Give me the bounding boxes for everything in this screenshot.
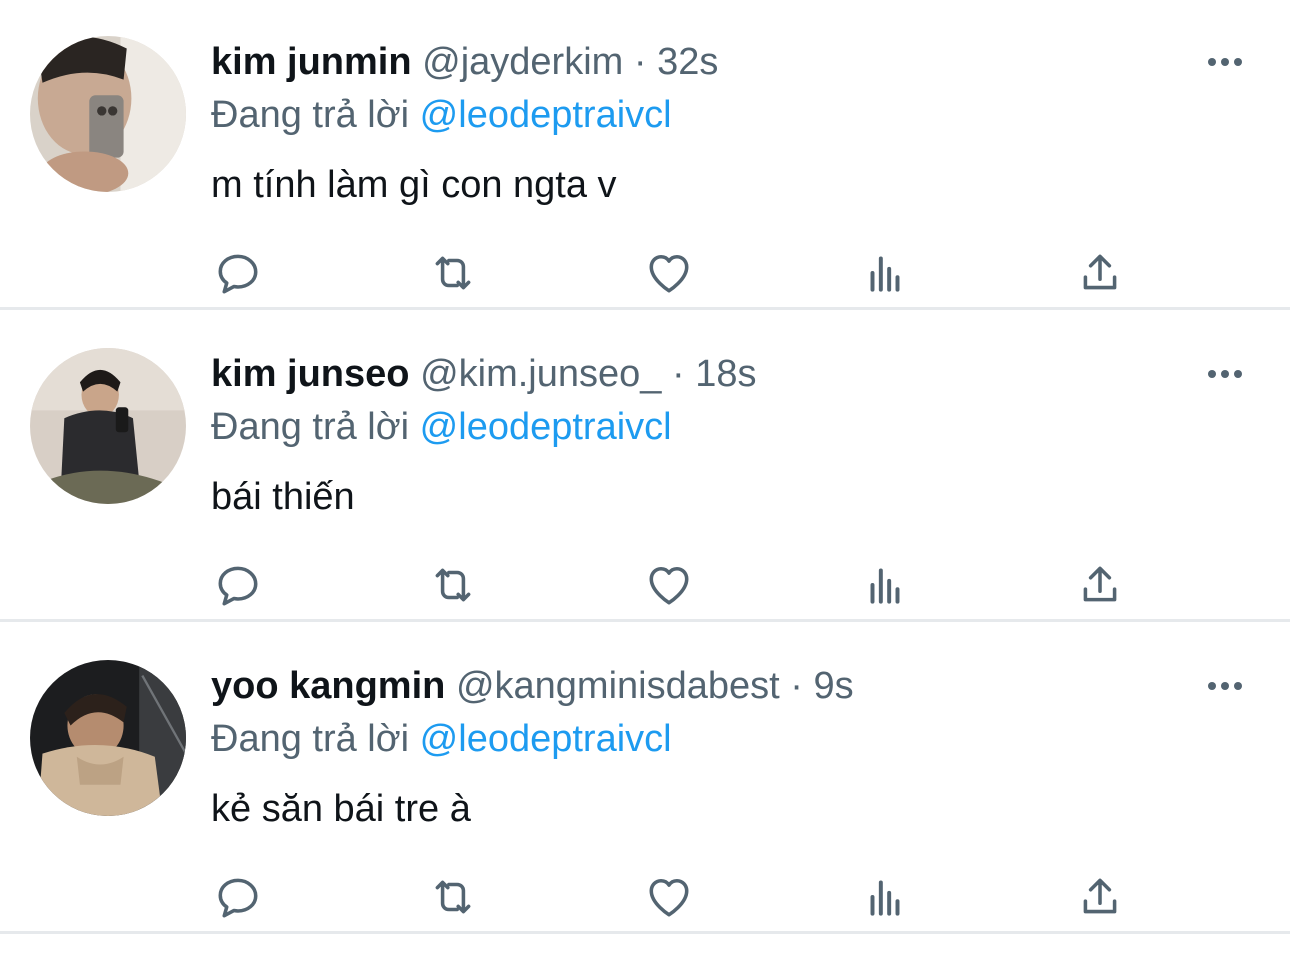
reply-icon[interactable] [210, 557, 266, 613]
user-handle[interactable]: @jayderkim [422, 41, 623, 83]
reply-prefix: Đang trả lời [211, 718, 410, 760]
analytics-icon[interactable] [857, 557, 913, 613]
heart-icon[interactable] [641, 245, 697, 301]
heart-icon[interactable] [641, 557, 697, 613]
more-icon[interactable] [1200, 671, 1250, 701]
avatar[interactable] [30, 660, 186, 816]
tweet-text: m tính làm gì con ngta v [211, 164, 617, 206]
timestamp[interactable]: 18s [695, 353, 756, 395]
timestamp[interactable]: 32s [657, 41, 718, 83]
tweet[interactable]: kim junmin @jayderkim · 32s Đang trả lời… [0, 0, 1290, 310]
reply-mention[interactable]: @leodeptraivcl [420, 406, 672, 448]
replying-to: Đang trả lời @leodeptraivcl [211, 404, 672, 450]
reply-prefix: Đang trả lời [211, 406, 410, 448]
action-bar [0, 557, 1290, 613]
reply-feed: kim junmin @jayderkim · 32s Đang trả lời… [0, 0, 1290, 961]
analytics-icon[interactable] [857, 869, 913, 925]
separator: · [633, 41, 647, 83]
analytics-icon[interactable] [857, 245, 913, 301]
reply-icon[interactable] [210, 245, 266, 301]
tweet-header: kim junmin @jayderkim · 32s [211, 40, 718, 84]
tweet-text: kẻ săn bái tre à [211, 788, 471, 830]
reply-icon[interactable] [210, 869, 266, 925]
reply-mention[interactable]: @leodeptraivcl [420, 94, 672, 136]
reply-mention[interactable]: @leodeptraivcl [420, 718, 672, 760]
share-icon[interactable] [1072, 869, 1128, 925]
tweet[interactable]: kim junseo @kim.junseo_ · 18s Đang trả l… [0, 312, 1290, 622]
action-bar [0, 869, 1290, 925]
reply-prefix: Đang trả lời [211, 94, 410, 136]
more-icon[interactable] [1200, 359, 1250, 389]
share-icon[interactable] [1072, 245, 1128, 301]
retweet-icon[interactable] [425, 245, 481, 301]
divider [0, 931, 1290, 934]
replying-to: Đang trả lời @leodeptraivcl [211, 92, 672, 138]
timestamp[interactable]: 9s [813, 665, 853, 707]
user-handle[interactable]: @kangminisdabest [456, 665, 780, 707]
tweet-text: bái thiến [211, 476, 355, 518]
tweet-header: kim junseo @kim.junseo_ · 18s [211, 352, 756, 396]
retweet-icon[interactable] [425, 557, 481, 613]
display-name[interactable]: kim junmin [211, 41, 412, 83]
display-name[interactable]: kim junseo [211, 353, 410, 395]
replying-to: Đang trả lời @leodeptraivcl [211, 716, 672, 762]
heart-icon[interactable] [641, 869, 697, 925]
avatar[interactable] [30, 348, 186, 504]
share-icon[interactable] [1072, 557, 1128, 613]
divider [0, 307, 1290, 310]
separator: · [790, 665, 803, 707]
display-name[interactable]: yoo kangmin [211, 665, 445, 707]
divider [0, 619, 1290, 622]
more-icon[interactable] [1200, 47, 1250, 77]
retweet-icon[interactable] [425, 869, 481, 925]
avatar[interactable] [30, 36, 186, 192]
tweet[interactable]: yoo kangmin @kangminisdabest · 9s Đang t… [0, 624, 1290, 934]
tweet-header: yoo kangmin @kangminisdabest · 9s [211, 664, 854, 708]
user-handle[interactable]: @kim.junseo_ [420, 353, 661, 395]
separator: · [671, 353, 685, 395]
action-bar [0, 245, 1290, 301]
